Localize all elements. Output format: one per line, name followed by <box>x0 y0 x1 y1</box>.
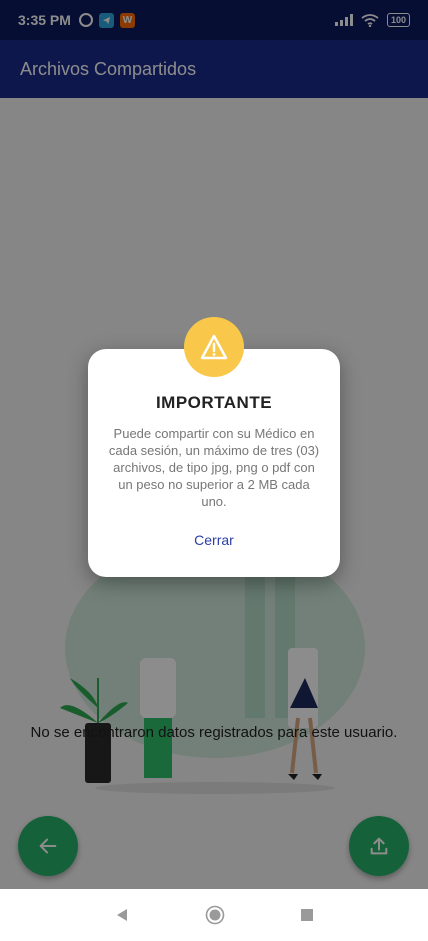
warning-badge <box>184 317 244 377</box>
recents-square-icon[interactable] <box>300 908 314 922</box>
warning-icon <box>200 334 228 360</box>
close-button[interactable]: Cerrar <box>88 532 340 548</box>
important-dialog: IMPORTANTE Puede compartir con su Médico… <box>88 349 340 577</box>
dialog-title: IMPORTANTE <box>155 393 273 412</box>
system-nav-bar <box>0 889 428 941</box>
back-triangle-icon[interactable] <box>114 907 130 923</box>
home-circle-icon[interactable] <box>205 905 225 925</box>
dialog-message: Puede compartir con su Médico en cada se… <box>108 426 320 509</box>
